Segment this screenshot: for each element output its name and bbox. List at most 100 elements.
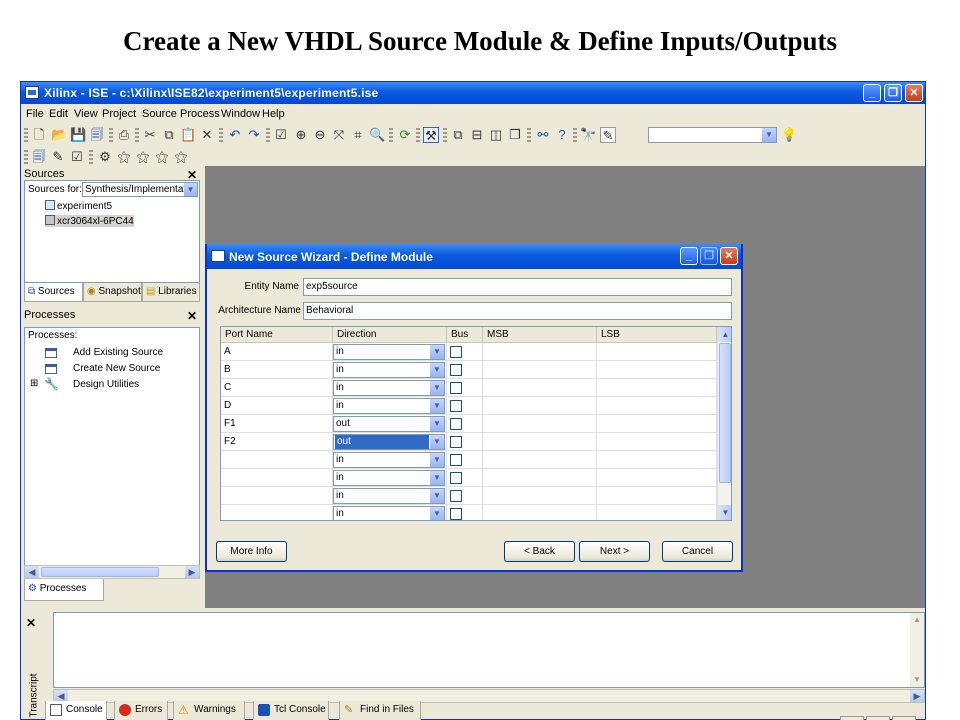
copy-icon[interactable]: ⧉ (161, 127, 177, 143)
lightbulb-icon[interactable]: 💡 (781, 127, 797, 143)
tab-tcl-console[interactable]: Tcl Console (253, 701, 329, 720)
msb-cell[interactable] (483, 343, 597, 361)
toolbar-grip[interactable] (24, 128, 28, 142)
port-name-cell[interactable] (221, 487, 333, 505)
implement-icon[interactable]: ⚙ (97, 149, 113, 165)
scroll-right-icon[interactable]: ▶ (910, 690, 924, 702)
lsb-cell[interactable] (597, 505, 717, 520)
chevron-down-icon[interactable]: ▼ (430, 417, 444, 431)
msb-cell[interactable] (483, 361, 597, 379)
scroll-thumb[interactable] (719, 343, 731, 483)
menu-window[interactable]: Window (221, 108, 260, 120)
scroll-down-icon[interactable]: ▼ (718, 505, 731, 520)
menu-project[interactable]: Project (102, 108, 136, 120)
toolbar-grip[interactable] (135, 128, 139, 142)
tree-item-project[interactable]: experiment5 (45, 200, 112, 212)
tab-warnings[interactable]: ⚠ Warnings (173, 701, 245, 720)
transcript-close-icon[interactable]: ✕ (26, 616, 36, 630)
process-add-existing-source[interactable]: Add Existing Source (73, 347, 163, 358)
chevron-down-icon[interactable]: ▼ (184, 183, 197, 196)
table-vscroll[interactable]: ▲ ▼ (717, 327, 731, 520)
undo-icon[interactable]: ↶ (227, 127, 243, 143)
redo-icon[interactable]: ↷ (246, 127, 262, 143)
check-icon[interactable]: ☑ (273, 127, 289, 143)
direction-select[interactable]: in ▼ (333, 398, 445, 414)
msb-cell[interactable] (483, 397, 597, 415)
toolbar-grip[interactable] (109, 128, 113, 142)
direction-select[interactable]: in ▼ (333, 506, 445, 520)
toolbar-grip[interactable] (89, 150, 93, 164)
port-name-cell[interactable]: C (221, 379, 333, 397)
edit-source-icon[interactable]: ✎ (50, 149, 66, 165)
tab-errors[interactable]: Errors (114, 701, 168, 720)
stop-icon[interactable]: ⚝ (173, 149, 189, 165)
tab-libraries[interactable]: ▤ Libraries (142, 283, 200, 302)
port-name-cell[interactable] (221, 505, 333, 520)
lsb-cell[interactable] (597, 361, 717, 379)
direction-select[interactable]: in ▼ (333, 452, 445, 468)
find-icon[interactable]: 🔭 (580, 127, 596, 143)
cascade-icon[interactable]: ⧉ (450, 127, 466, 143)
dialog-minimize-button[interactable]: _ (680, 247, 698, 265)
process-design-utilities[interactable]: Design Utilities (73, 379, 139, 390)
chevron-down-icon[interactable]: ▼ (430, 489, 444, 503)
scroll-up-icon[interactable]: ▲ (910, 613, 924, 627)
chevron-down-icon[interactable]: ▼ (430, 381, 444, 395)
next-button[interactable]: Next > (579, 541, 650, 562)
dialog-close-button[interactable]: ✕ (720, 247, 738, 265)
cut-icon[interactable]: ✂ (142, 127, 158, 143)
cancel-button[interactable]: Cancel (662, 541, 733, 562)
close-button[interactable]: ✕ (905, 84, 923, 102)
open-folder-icon[interactable]: 📂 (51, 127, 67, 143)
new-file-icon[interactable]: 🗋 (31, 127, 47, 143)
menu-file[interactable]: File (26, 108, 44, 120)
toolbar-grip[interactable] (219, 128, 223, 142)
column-header-direction[interactable]: Direction (333, 327, 447, 343)
toolbar-grip[interactable] (389, 128, 393, 142)
find-in-files-icon[interactable]: ✎ (600, 127, 616, 143)
lsb-cell[interactable] (597, 433, 717, 451)
port-name-cell[interactable]: D (221, 397, 333, 415)
more-info-button[interactable]: More Info (216, 541, 287, 562)
menu-process[interactable]: Process (180, 108, 220, 120)
toolbar-grip[interactable] (416, 128, 420, 142)
chevron-down-icon[interactable]: ▼ (430, 399, 444, 413)
tab-snapshots[interactable]: ◉ Snapshots (83, 283, 142, 302)
paste-icon[interactable]: 📋 (180, 127, 196, 143)
menu-view[interactable]: View (74, 108, 98, 120)
scroll-right-icon[interactable]: ▶ (185, 566, 199, 578)
lsb-cell[interactable] (597, 415, 717, 433)
context-help-icon[interactable]: ? (554, 127, 570, 143)
check-syntax-icon[interactable]: ☑ (69, 149, 85, 165)
zoom-in-icon[interactable]: ⊕ (293, 127, 309, 143)
processes-hscroll[interactable]: ◀ ▶ (24, 565, 200, 579)
expand-icon[interactable]: ⊞ (30, 378, 38, 389)
console-output[interactable]: ▲ ▼ (53, 612, 925, 688)
msb-cell[interactable] (483, 469, 597, 487)
dialog-maximize-button[interactable]: ❐ (700, 247, 718, 265)
scroll-left-icon[interactable]: ◀ (25, 566, 39, 578)
chevron-down-icon[interactable]: ▼ (430, 435, 444, 449)
lsb-cell[interactable] (597, 451, 717, 469)
zoom-out-icon[interactable]: ⊖ (312, 127, 328, 143)
console-vscroll[interactable]: ▲ ▼ (910, 613, 924, 687)
save-icon[interactable]: 💾 (70, 127, 86, 143)
lsb-cell[interactable] (597, 487, 717, 505)
minimize-button[interactable]: _ (863, 84, 881, 102)
zoom-area-icon[interactable]: 🔍 (369, 127, 385, 143)
tab-sources[interactable]: ⧉ Sources (24, 283, 83, 302)
lsb-cell[interactable] (597, 379, 717, 397)
window-list-icon[interactable]: ❐ (507, 127, 523, 143)
chevron-down-icon[interactable]: ▼ (762, 128, 776, 142)
link-icon[interactable]: ⚯ (535, 127, 551, 143)
rerun-all-icon[interactable]: ⚝ (154, 149, 170, 165)
msb-cell[interactable] (483, 505, 597, 520)
menu-source[interactable]: Source (142, 108, 177, 120)
direction-select[interactable]: out ▼ (333, 434, 445, 450)
port-name-cell[interactable]: F1 (221, 415, 333, 433)
port-name-cell[interactable]: A (221, 343, 333, 361)
lsb-cell[interactable] (597, 469, 717, 487)
msb-cell[interactable] (483, 487, 597, 505)
menu-help[interactable]: Help (262, 108, 285, 120)
zoom-full-icon[interactable]: ⤧ (331, 127, 347, 143)
